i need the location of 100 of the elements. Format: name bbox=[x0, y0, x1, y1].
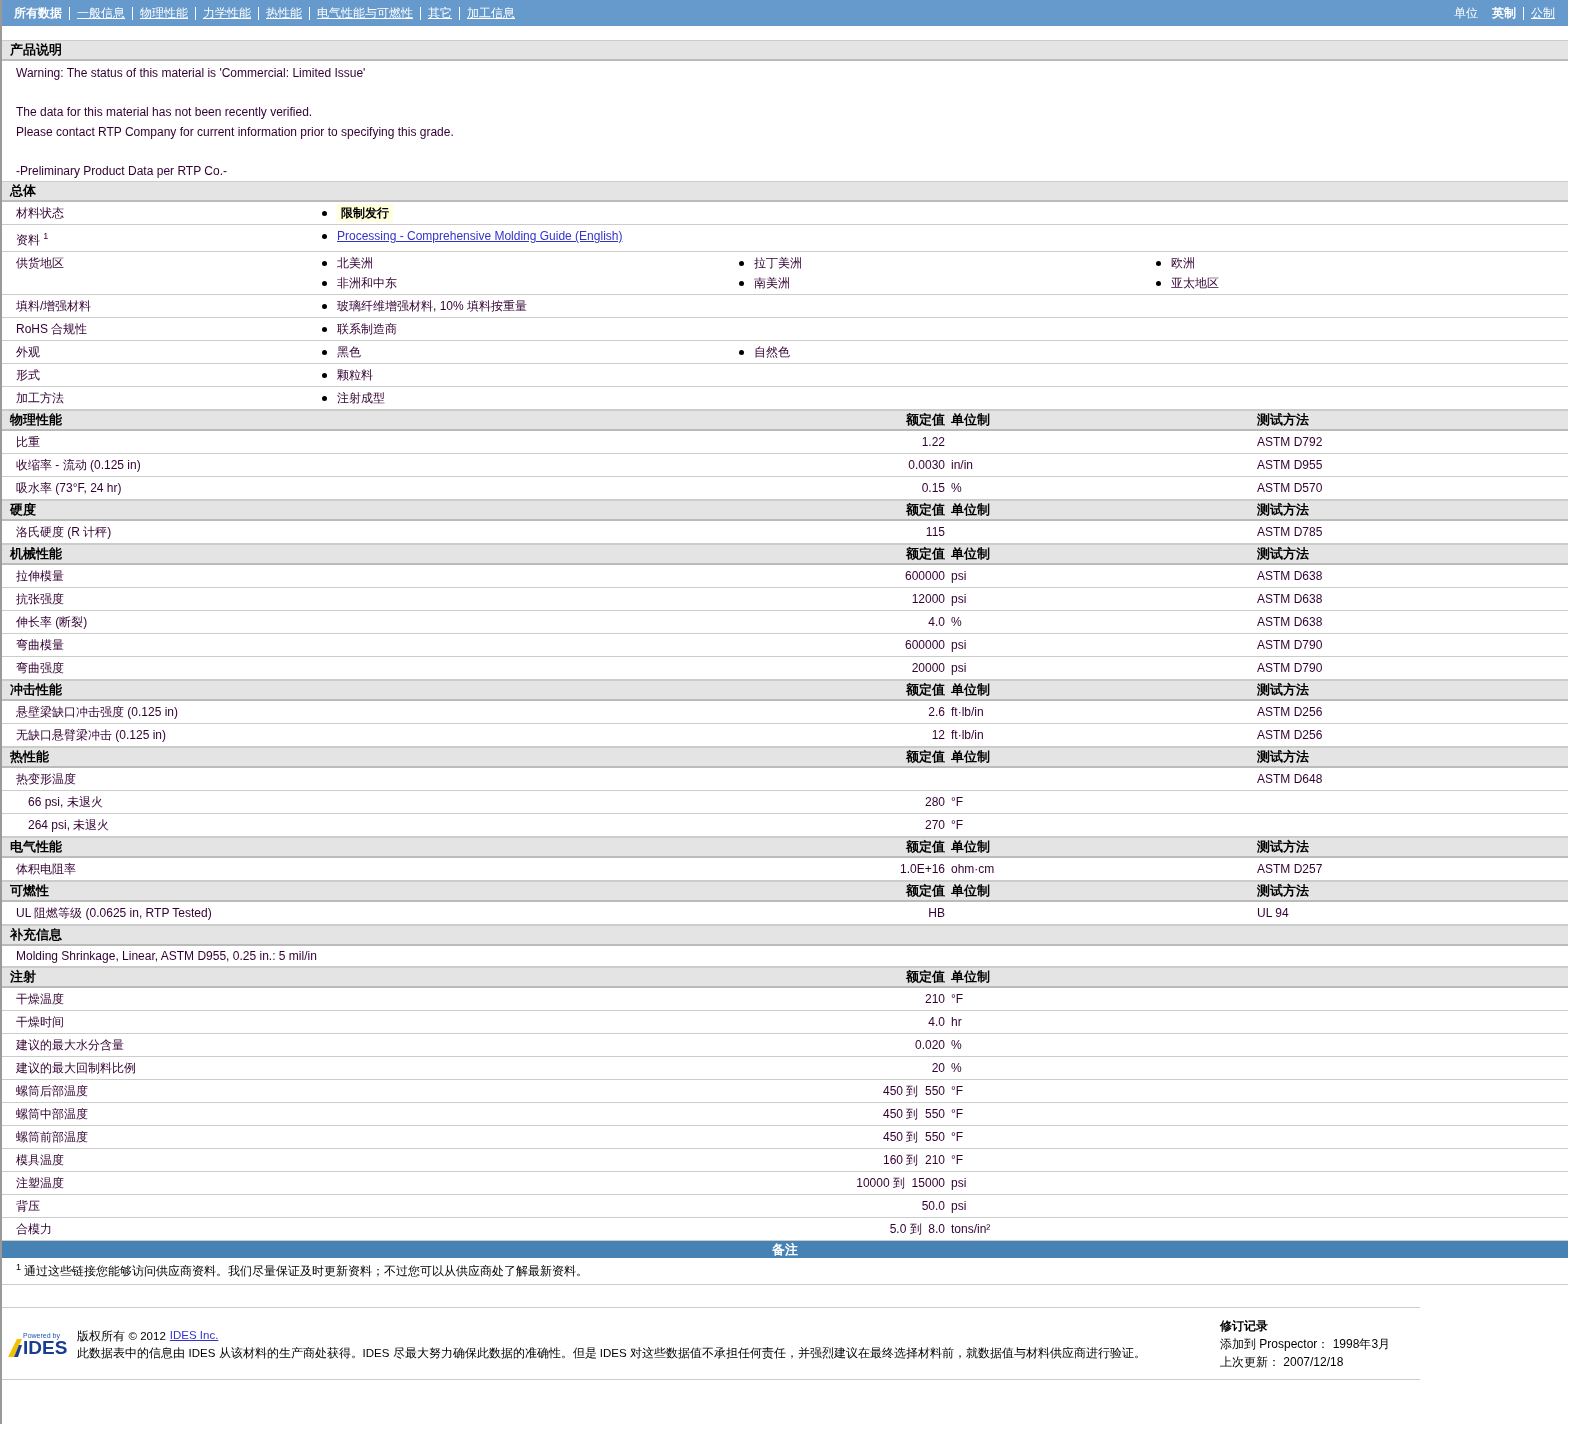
property-name: 拉伸模量 bbox=[15, 567, 65, 585]
property-value: 600000 bbox=[903, 638, 945, 652]
property-value: 4.0 bbox=[927, 1015, 945, 1029]
description-text: Warning: The status of this material is 'Commercial: Limited Issue' bbox=[15, 65, 367, 82]
bullet-icon bbox=[322, 260, 327, 266]
column-header: 额定值 bbox=[905, 501, 945, 519]
column-header: 单位制 bbox=[950, 838, 991, 856]
nav-tab[interactable]: 加工信息 bbox=[459, 6, 522, 20]
property-value: 拉丁美洲 bbox=[754, 255, 802, 272]
section-title: 物理性能 bbox=[9, 411, 63, 429]
property-name: 资料 $^{1}$ bbox=[15, 230, 50, 249]
column-header: 测试方法 bbox=[1257, 681, 1310, 699]
test-method: ASTM D790 bbox=[1257, 638, 1324, 652]
property-name: 加工方法 bbox=[15, 390, 65, 407]
property-name: 264 psi, 未退火 bbox=[27, 816, 111, 834]
property-name: 填料/增强材料 bbox=[15, 298, 93, 315]
property-name: 收缩率 - 流动 (0.125 in) bbox=[15, 456, 142, 474]
property-value: 2.6 bbox=[927, 705, 945, 719]
nav-tab[interactable]: 电气性能与可燃性 bbox=[309, 6, 420, 20]
property-value: 270 bbox=[923, 818, 945, 832]
property-value: 12000 bbox=[910, 592, 945, 606]
property-value: 450 到 550 bbox=[881, 1128, 945, 1146]
copyright-text: 版权所有 © 2012 bbox=[77, 1328, 166, 1344]
property-name: 建议的最大水分含量 bbox=[15, 1036, 125, 1054]
section-title: 冲击性能 bbox=[9, 681, 63, 699]
footnote-text: $^{1}$ 通过这些链接您能够访问供应商资料。我们尽量保证及时更新资料；不过您可以从供应商处了解最新资料。 bbox=[2, 1258, 1568, 1285]
revision-title: 修订记录 bbox=[1220, 1318, 1269, 1335]
property-unit: in/in bbox=[950, 458, 974, 472]
property-name: 建议的最大回制料比例 bbox=[15, 1059, 137, 1077]
disclaimer-text: 此数据表中的信息由 IDES 从该材料的生产商处获得。IDES 尽最大努力确保此数据的准确性。但是 IDES 对这些数据值不承担任何责任，并强烈建议在最终选择材料前，就数据值与材料供应商进行验证。 bbox=[77, 1345, 1147, 1361]
property-value: 20000 bbox=[910, 661, 945, 675]
bullet-icon bbox=[322, 349, 327, 355]
property-value: 黑色 bbox=[337, 344, 361, 361]
unit-option[interactable]: 英制 bbox=[1485, 6, 1523, 20]
property-name: 注塑温度 bbox=[15, 1174, 65, 1192]
company-link[interactable]: IDES Inc. bbox=[169, 1328, 219, 1344]
nav-tab[interactable]: 力学性能 bbox=[195, 6, 258, 20]
property-name: 66 psi, 未退火 bbox=[27, 793, 104, 811]
property-unit: hr bbox=[950, 1015, 963, 1029]
property-value: 0.0030 bbox=[907, 458, 945, 472]
bullet-icon bbox=[322, 280, 327, 286]
column-header: 单位制 bbox=[950, 681, 991, 699]
property-name: 干燥时间 bbox=[15, 1013, 65, 1031]
column-header: 单位制 bbox=[950, 411, 991, 429]
test-method: ASTM D570 bbox=[1257, 481, 1324, 495]
property-unit: ohm·cm bbox=[950, 862, 996, 876]
property-value: 颗粒料 bbox=[337, 367, 373, 384]
test-method: ASTM D638 bbox=[1257, 592, 1324, 606]
property-value: 0.020 bbox=[913, 1038, 945, 1052]
test-method: ASTM D955 bbox=[1257, 458, 1324, 472]
property-value: 0.15 bbox=[920, 481, 945, 495]
property-value: HB bbox=[927, 906, 945, 920]
units-label: 单位 bbox=[1454, 4, 1479, 22]
bullet-icon bbox=[1156, 260, 1161, 266]
property-value: 注射成型 bbox=[337, 390, 385, 407]
property-value: 50.0 bbox=[920, 1199, 945, 1213]
column-header: 单位制 bbox=[950, 748, 991, 766]
notes-header: 备注 bbox=[2, 1241, 1568, 1258]
property-value: 450 到 550 bbox=[881, 1082, 945, 1100]
section-title: 补充信息 bbox=[9, 926, 63, 944]
column-header: 单位制 bbox=[950, 882, 991, 900]
nav-tab[interactable]: 热性能 bbox=[258, 6, 309, 20]
property-unit: psi bbox=[950, 569, 968, 583]
property-name: 合模力 bbox=[15, 1220, 53, 1238]
property-name: 吸水率 (73°F, 24 hr) bbox=[15, 479, 123, 497]
property-name: RoHS 合规性 bbox=[15, 321, 89, 338]
document-link[interactable]: Processing - Comprehensive Molding Guide (English) bbox=[337, 227, 623, 245]
property-value: 玻璃纤维增强材料, 10% 填料按重量 bbox=[337, 298, 528, 315]
column-header: 额定值 bbox=[905, 968, 945, 986]
property-name: 螺筒后部温度 bbox=[15, 1082, 89, 1100]
property-value: 非洲和中东 bbox=[337, 275, 397, 292]
property-value: 欧洲 bbox=[1171, 255, 1195, 272]
section-title: 热性能 bbox=[9, 748, 50, 766]
nav-tab[interactable]: 物理性能 bbox=[132, 6, 195, 20]
bullet-icon bbox=[322, 303, 327, 309]
column-header: 额定值 bbox=[905, 411, 945, 429]
column-header: 测试方法 bbox=[1257, 748, 1310, 766]
property-value: 160 到 210 bbox=[881, 1151, 945, 1169]
column-header: 测试方法 bbox=[1257, 411, 1310, 429]
property-unit: °F bbox=[950, 1153, 965, 1167]
test-method: UL 94 bbox=[1257, 906, 1290, 920]
column-header: 测试方法 bbox=[1257, 501, 1310, 519]
description-text: Please contact RTP Company for current information prior to specifying this grade. bbox=[15, 124, 455, 141]
nav-tab[interactable]: 其它 bbox=[420, 6, 459, 20]
property-name: UL 阻燃等级 (0.0625 in, RTP Tested) bbox=[15, 904, 213, 922]
property-name: 洛氏硬度 (R 计秤) bbox=[15, 523, 113, 541]
nav-tab[interactable]: 所有数据 bbox=[14, 6, 69, 20]
property-value: 北美洲 bbox=[337, 255, 373, 272]
column-header: 额定值 bbox=[905, 748, 945, 766]
property-value: 600000 bbox=[903, 569, 945, 583]
unit-option[interactable]: 公制 bbox=[1523, 6, 1562, 20]
property-value: 5.0 到 8.0 bbox=[888, 1220, 945, 1238]
property-name: 外观 bbox=[15, 344, 41, 361]
property-name: 干燥温度 bbox=[15, 990, 65, 1008]
property-name: 伸长率 (断裂) bbox=[15, 613, 89, 631]
column-header: 单位制 bbox=[950, 501, 991, 519]
nav-tab[interactable]: 一般信息 bbox=[69, 6, 132, 20]
property-value: 280 bbox=[923, 795, 945, 809]
property-name: 背压 bbox=[15, 1197, 41, 1215]
property-unit: psi bbox=[950, 1199, 968, 1213]
